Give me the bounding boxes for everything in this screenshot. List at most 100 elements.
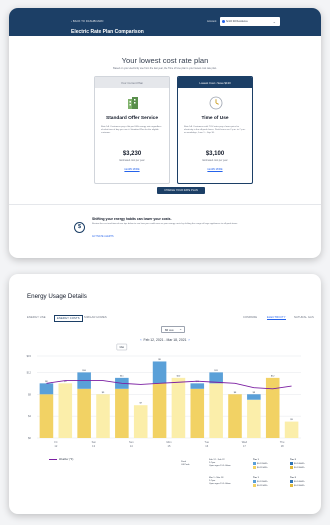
x-tick-label: 18 [281,444,284,448]
period-2: Mar 1 - Mar 18 2-7pm Open ages 11-1:00am [209,477,231,487]
hero-subtext: Based on your electricity use from the l… [113,67,217,70]
view-select[interactable]: Bill view ⌄ [161,326,185,333]
x-tick-label: 12 [54,444,57,448]
peak-bar [152,361,167,384]
offpeak-bar [115,388,129,438]
section-title: Energy Usage Details [27,293,87,300]
data-label: $9 [253,392,256,394]
data-label: $11 [214,370,218,372]
building-icon [128,97,138,109]
plan-price-caption: Estimated cost per year [202,159,228,162]
plan-description: Rate 1A. Customers pay a flat per kWh en… [101,126,162,135]
offpeak-bar [171,377,186,438]
tier-price: $0.14/kWh [294,463,305,466]
back-to-dashboard-link[interactable]: BACK TO DASHBOARD [71,20,104,23]
top-navigation-bar: BACK TO DASHBOARD Account Smith Rd Resid… [9,8,321,36]
tab-compare[interactable]: COMPARE [243,316,257,319]
tab-energy-costs[interactable]: ENERGY COSTS [54,315,83,322]
tier-price: $0.11/kWh [257,467,268,470]
plan-description: Rate 1A. Customers with TOU rates pay a … [184,126,246,135]
weather-legend-label: Weather (°F) [59,457,74,461]
period-offpeak: Open ages 11-1:00am [209,483,231,486]
dollar-icon: $ [74,222,85,233]
plan-learn-more-link[interactable]: LEARN MORE [178,169,252,171]
offpeak-bar [228,394,242,438]
offpeak-bar [152,383,167,438]
tier-price: $0.14/kWh [294,481,305,484]
x-tick-label: Fri [54,440,57,444]
chevron-down-icon: ⌄ [272,19,276,24]
offpeak-bar [265,377,280,438]
offpeak-swatch [253,484,256,488]
x-tick-label: Sun [129,440,134,444]
data-label: $7 [139,403,142,405]
offpeak-swatch [253,466,256,470]
offpeak-bar [133,405,148,438]
offpeak-swatch [290,466,293,470]
data-label: $12 [271,375,275,377]
account-dot-icon [222,20,225,23]
hero-heading: Your lowest cost rate plan [121,56,209,65]
page-title: Electric Rate Plan Comparison [71,29,144,35]
data-label: $9 [102,392,105,394]
offpeak-bar [77,388,91,438]
plan-header: Your Current Plan [95,77,169,88]
y-tick-label: $4 [28,414,31,418]
x-tick-label: 13 [92,444,95,448]
account-label: Account [207,20,217,23]
offpeak-bar [209,383,223,438]
energy-usage-card: Energy Usage Details ENERGY USE ENERGY C… [9,274,321,514]
peak-swatch [253,462,256,466]
tab-natural-gas[interactable]: NATURAL GAS [294,316,314,319]
plan-name: Standard Offer Service [106,116,158,121]
period-offpeak: Open ages 11-1:00am [209,465,231,468]
plan-price: $3,100 [205,151,225,157]
x-tick-label: 15 [168,444,171,448]
tier-block-1: Tier 1 $0.12/kWh $0.11/kWh [253,459,267,471]
offpeak-bar [58,383,73,438]
rate-plan-card: BACK TO DASHBOARD Account Smith Rd Resid… [9,8,321,258]
activate-alerts-link[interactable]: ACTIVATE ALERTS [92,236,114,238]
peak-bar [247,394,261,400]
y-tick-label: $15 [27,354,32,358]
x-tick-label: Tue [205,440,210,444]
x-tick-label: Sat [92,440,96,444]
view-select-value: Bill view [165,328,174,332]
tier-block-4: Tier 2 $0.14/kWh $0.13/kWh [290,477,304,489]
offpeak-bar [96,394,110,438]
tooltip-text: Max [120,346,125,349]
plan-header: Lowest Cost • Save $130 [178,77,252,88]
section-divider [9,204,321,205]
current-plan-card: Your Current Plan Standard Offer Service… [94,76,170,184]
account-select-value: Smith Rd Residence [226,20,248,23]
plan-price: $3,230 [122,151,142,157]
clock-icon [209,96,223,110]
x-tick-label: Thu [280,440,285,444]
offpeak-label: Off Peak [181,464,190,467]
tier-price: $0.13/kWh [294,467,305,470]
x-tick-label: 16 [205,444,208,448]
y-tick-label: $8 [28,392,31,396]
shift-habits-section: $ Shifting your energy habits can lower … [63,209,283,249]
plan-learn-more-link[interactable]: LEARN MORE [95,169,169,171]
chevron-down-icon: ⌄ [179,327,182,331]
weather-legend-swatch [49,459,57,461]
tab-energy-use[interactable]: ENERGY USE [27,316,46,319]
tab-electricity[interactable]: ELECTRICITY [267,316,286,320]
x-tick-label: 17 [243,444,246,448]
offpeak-swatch [290,484,293,488]
peak-swatch [253,480,256,484]
x-tick-label: 14 [130,444,133,448]
time-labels: Peak Off Peak [181,461,189,467]
account-select[interactable]: Smith Rd Residence ⌄ [220,17,280,26]
change-rate-plan-button[interactable]: CHANGE YOUR RATE PLAN [157,187,205,194]
offpeak-bar [39,394,54,438]
peak-bar [39,383,54,395]
x-tick-label: Wed [242,440,248,444]
tab-similar-homes[interactable]: SIMILAR HOMES [84,316,107,319]
tier-price: $0.12/kWh [257,481,268,484]
data-label: $10 [177,375,181,377]
offpeak-bar [190,388,205,438]
data-label: $3 [290,419,293,421]
x-tick-label: Mon [166,440,172,444]
